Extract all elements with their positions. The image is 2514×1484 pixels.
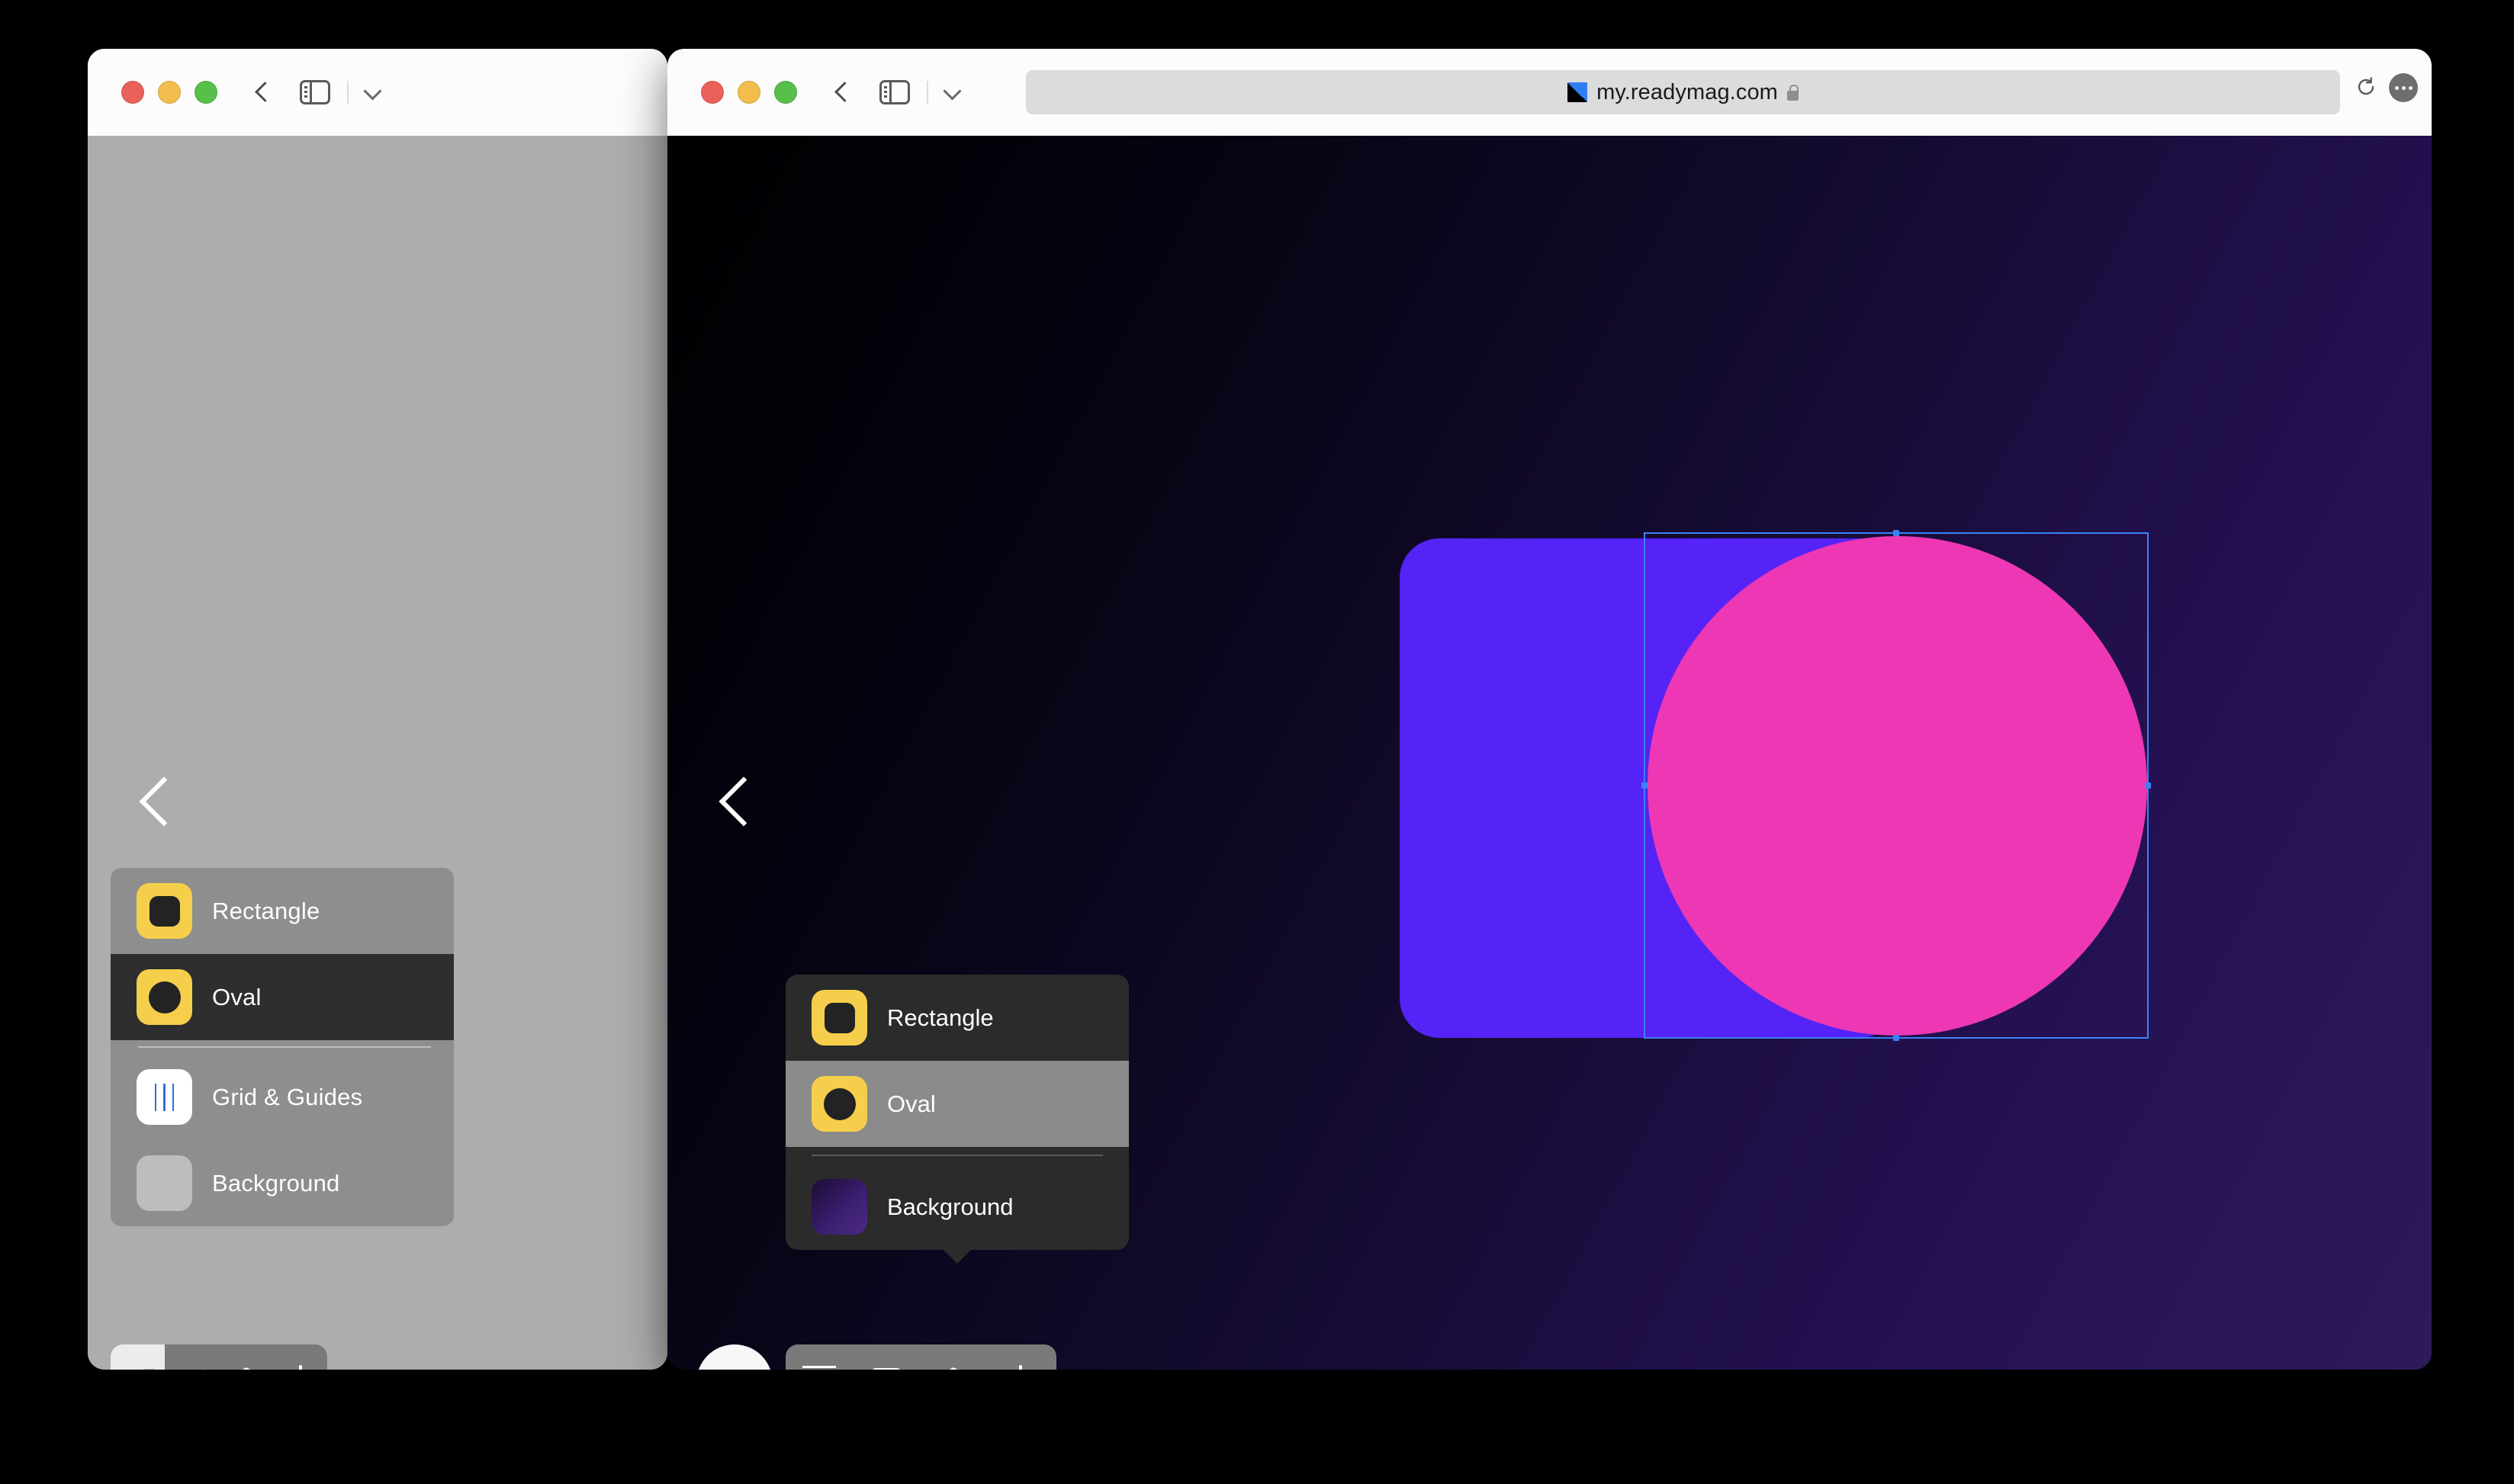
sidebar-toggle-icon[interactable] [879, 80, 910, 104]
canvas-back-icon[interactable] [709, 776, 763, 830]
background-swatch-icon [812, 1179, 867, 1235]
left-shape-menu[interactable]: Rectangle Oval Grid & Guides Background [111, 868, 454, 1226]
selection-bounding-box[interactable] [1641, 530, 2151, 1041]
menu-divider [812, 1155, 1103, 1156]
back-icon[interactable] [251, 82, 271, 102]
left-window-body: Rectangle Oval Grid & Guides Background [88, 136, 667, 1370]
selection-handle-bottom[interactable] [1893, 1035, 1899, 1041]
zoom-button[interactable] [194, 81, 217, 104]
readymag-browser-window[interactable]: my.readymag.com Rectangle Oval Backgroun… [667, 49, 2432, 1370]
menu-item-label: Oval [212, 983, 262, 1010]
canvas-back-icon[interactable] [130, 776, 183, 830]
close-button[interactable] [121, 81, 144, 104]
chevron-down-icon[interactable] [364, 84, 381, 101]
minimize-button[interactable] [738, 81, 760, 104]
layers-icon [228, 1366, 265, 1370]
oval-shape-icon [137, 969, 192, 1025]
menu-item-label: Rectangle [887, 1004, 994, 1031]
menu-item-label: Background [212, 1169, 340, 1197]
add-button[interactable] [273, 1344, 327, 1370]
url-text: my.readymag.com [1596, 79, 1778, 104]
background-swatch-icon [137, 1155, 192, 1211]
grid-guides-icon [137, 1069, 192, 1125]
zoom-button[interactable] [774, 81, 797, 104]
plus-icon [283, 1365, 318, 1370]
device-preview-button[interactable] [111, 1344, 165, 1370]
selection-handle-left[interactable] [1641, 782, 1648, 789]
layers-button[interactable] [920, 1344, 987, 1370]
menu-item-grid-guides[interactable]: Grid & Guides [111, 1054, 454, 1140]
add-button[interactable] [987, 1344, 1054, 1370]
right-bottom-toolbar[interactable]: 2 [786, 1344, 1056, 1370]
toolbar-divider [927, 81, 928, 104]
right-window-titlebar: my.readymag.com [667, 49, 2432, 136]
minimize-button[interactable] [158, 81, 181, 104]
menu-item-rectangle[interactable]: Rectangle [111, 868, 454, 954]
menu-item-oval[interactable]: Oval [786, 1061, 1129, 1147]
toolbar-divider [347, 81, 349, 104]
left-bottom-toolbar[interactable] [111, 1344, 327, 1370]
undo-redo-button[interactable] [165, 1344, 219, 1370]
device-preview-button[interactable] [853, 1344, 920, 1370]
right-shape-menu[interactable]: Rectangle Oval Background [786, 975, 1129, 1264]
reload-icon[interactable] [2355, 76, 2377, 98]
right-traffic-lights[interactable] [701, 81, 797, 104]
page-number-icon: 2 [802, 1365, 837, 1370]
back-icon[interactable] [831, 82, 850, 102]
menu-item-label: Rectangle [212, 897, 320, 924]
menu-item-oval[interactable]: Oval [111, 954, 454, 1040]
readymag-favicon [1567, 82, 1588, 102]
menu-divider [138, 1046, 431, 1048]
left-traffic-lights[interactable] [121, 81, 217, 104]
laptop-icon [119, 1367, 157, 1370]
menu-item-background[interactable]: Background [786, 1164, 1129, 1250]
menu-item-background[interactable]: Background [111, 1140, 454, 1226]
menu-item-label: Oval [887, 1090, 936, 1117]
address-bar[interactable]: my.readymag.com [1026, 70, 2340, 114]
oval-shape-icon [812, 1076, 867, 1132]
selection-handle-top[interactable] [1893, 530, 1899, 536]
sidebar-toggle-icon[interactable] [300, 80, 330, 104]
left-window-titlebar [88, 49, 667, 137]
laptop-icon [869, 1368, 904, 1370]
more-dots-icon[interactable] [2389, 73, 2418, 102]
rectangle-shape-icon [812, 990, 867, 1046]
menu-item-label: Background [887, 1193, 1014, 1220]
menu-pointer-tail [942, 1248, 972, 1264]
rectangle-shape-icon [137, 883, 192, 939]
layers-button[interactable] [219, 1344, 273, 1370]
undo-redo-icon [172, 1367, 212, 1370]
page-number-button[interactable]: 2 [786, 1344, 853, 1370]
selection-handle-right[interactable] [2145, 782, 2151, 789]
background-window[interactable]: Rectangle Oval Grid & Guides Background [88, 49, 667, 1370]
right-window-canvas: Rectangle Oval Background A 2 [667, 136, 2432, 1370]
layers-icon [935, 1366, 972, 1370]
chevron-down-icon[interactable] [944, 84, 960, 101]
lock-icon [1786, 84, 1799, 101]
close-button[interactable] [701, 81, 724, 104]
avatar[interactable]: A [696, 1344, 773, 1370]
plus-icon [1003, 1365, 1038, 1370]
menu-item-rectangle[interactable]: Rectangle [786, 975, 1129, 1061]
menu-item-label: Grid & Guides [212, 1083, 363, 1110]
